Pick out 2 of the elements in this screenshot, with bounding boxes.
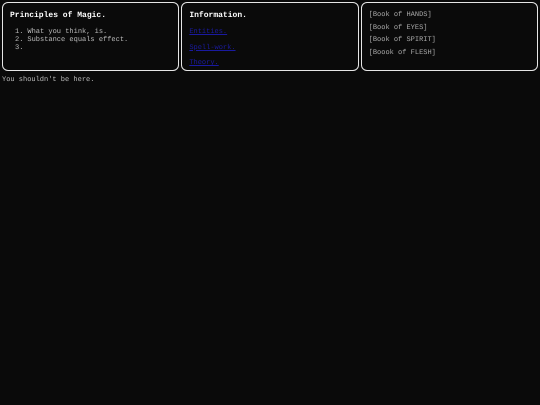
panel-title: Information. [189, 11, 248, 20]
panel-title: Principles of Magic. [10, 11, 108, 20]
